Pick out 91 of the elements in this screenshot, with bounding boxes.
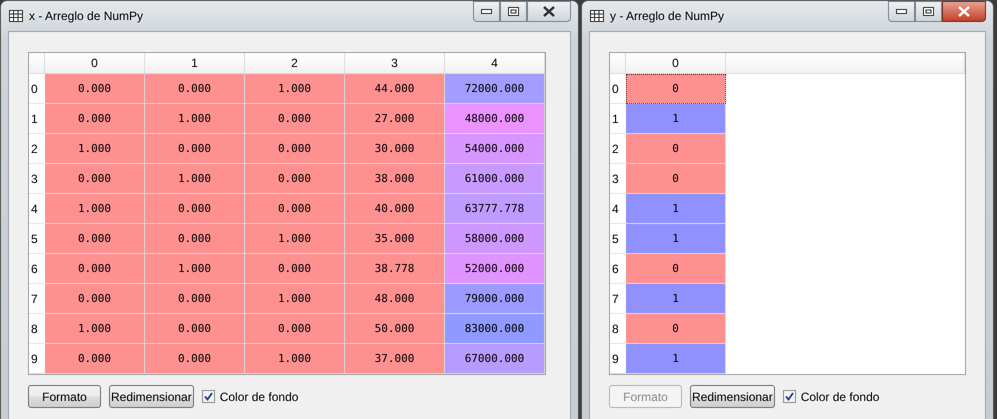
window-title: y - Arreglo de NumPy [610,9,724,23]
table-cell[interactable]: 38.000 [345,164,445,194]
maximize-button[interactable] [500,1,527,22]
table-cell[interactable]: 0.000 [145,74,245,104]
table-cell[interactable]: 0.000 [145,344,245,374]
table-cell[interactable]: 0.000 [145,284,245,314]
window-title: x - Arreglo de NumPy [29,9,144,23]
table-cell[interactable]: 1 [626,224,726,254]
table-cell[interactable]: 0.000 [45,224,145,254]
column-header: 3 [345,53,445,74]
table-cell[interactable]: 1.000 [45,134,145,164]
table-cell[interactable]: 40.000 [345,194,445,224]
table-cell[interactable]: 0.000 [45,104,145,134]
table-cell[interactable]: 1.000 [45,314,145,344]
table-cell[interactable]: 0.000 [245,134,345,164]
table-cell[interactable]: 0.000 [45,164,145,194]
table-cell[interactable]: 52000.000 [445,254,545,284]
table-cell[interactable]: 0.000 [245,104,345,134]
minimize-button[interactable] [473,1,500,22]
close-button[interactable] [942,1,986,22]
table-cell[interactable]: 0 [626,134,726,164]
header-corner [610,53,626,74]
table-cell[interactable]: 0 [626,314,726,344]
table-cell[interactable]: 0.000 [145,194,245,224]
table-cell[interactable]: 27.000 [345,104,445,134]
table-cell[interactable]: 0.000 [245,194,345,224]
header-corner [29,53,45,74]
table-cell[interactable]: 1.000 [245,284,345,314]
table-cell[interactable]: 1.000 [145,164,245,194]
table-cell[interactable]: 48000.000 [445,104,545,134]
table-cell[interactable]: 1.000 [145,254,245,284]
table-cell[interactable]: 30.000 [345,134,445,164]
table-cell[interactable]: 35.000 [345,224,445,254]
table-cell[interactable]: 1.000 [145,104,245,134]
minimize-icon [481,9,492,14]
resize-button[interactable]: Redimensionar [109,385,194,408]
table-cell[interactable]: 44.000 [345,74,445,104]
table-cell[interactable]: 0.000 [245,164,345,194]
table-cell[interactable]: 1.000 [245,344,345,374]
table-cell[interactable]: 50.000 [345,314,445,344]
column-header: 2 [245,53,345,74]
table-cell[interactable]: 1 [626,194,726,224]
table-cell[interactable]: 48.000 [345,284,445,314]
table-cell[interactable]: 79000.000 [445,284,545,314]
table-cell[interactable]: 0.000 [45,344,145,374]
column-header: 0 [45,53,145,74]
table-cell[interactable]: 1 [626,284,726,314]
column-header: 0 [626,53,726,74]
table-cell[interactable]: 1.000 [245,74,345,104]
table-cell[interactable]: 0.000 [145,314,245,344]
table-cell[interactable]: 0.000 [245,254,345,284]
table-cell[interactable]: 63777.778 [445,194,545,224]
table-cell[interactable]: 0 [626,74,726,104]
table-cell[interactable]: 67000.000 [445,344,545,374]
table-cell[interactable]: 72000.000 [445,74,545,104]
table-cell[interactable]: 0 [626,164,726,194]
checkbox[interactable] [782,390,796,403]
close-button[interactable] [527,1,571,22]
column-header: 4 [445,53,545,74]
table-cell[interactable]: 38.778 [345,254,445,284]
table-cell[interactable]: 54000.000 [445,134,545,164]
close-icon [542,6,556,17]
table-cell[interactable]: 1.000 [245,224,345,254]
checkbox[interactable] [202,390,215,403]
table-cell[interactable]: 1 [626,104,726,134]
table-cell[interactable]: 61000.000 [445,164,545,194]
table-cell[interactable]: 0.000 [45,74,145,104]
minimize-icon [896,9,907,14]
table-cell[interactable]: 0.000 [45,254,145,284]
column-header: 1 [145,53,245,74]
table-cell[interactable]: 58000.000 [445,224,545,254]
checkbox-label: Color de fondo [220,390,298,404]
table-cell[interactable]: 37.000 [345,344,445,374]
table-cell[interactable]: 1.000 [45,194,145,224]
table-icon [9,10,23,22]
table-cell[interactable]: 0.000 [45,284,145,314]
table-cell[interactable]: 0.000 [145,134,245,164]
maximize-button[interactable] [915,1,942,22]
resize-button[interactable]: Redimensionar [690,385,775,408]
table-cell[interactable]: 0 [626,254,726,284]
table-cell[interactable]: 83000.000 [445,314,545,344]
format-button[interactable]: Formato [28,385,101,408]
maximize-icon [923,7,934,16]
table-cell[interactable]: 0.000 [145,224,245,254]
table-cell[interactable]: 1 [626,344,726,374]
checkbox-label: Color de fondo [800,390,880,404]
table-cell[interactable]: 0.000 [245,314,345,344]
maximize-icon [508,7,519,16]
close-icon [957,6,971,17]
table-icon [590,10,604,22]
minimize-button[interactable] [888,1,915,22]
